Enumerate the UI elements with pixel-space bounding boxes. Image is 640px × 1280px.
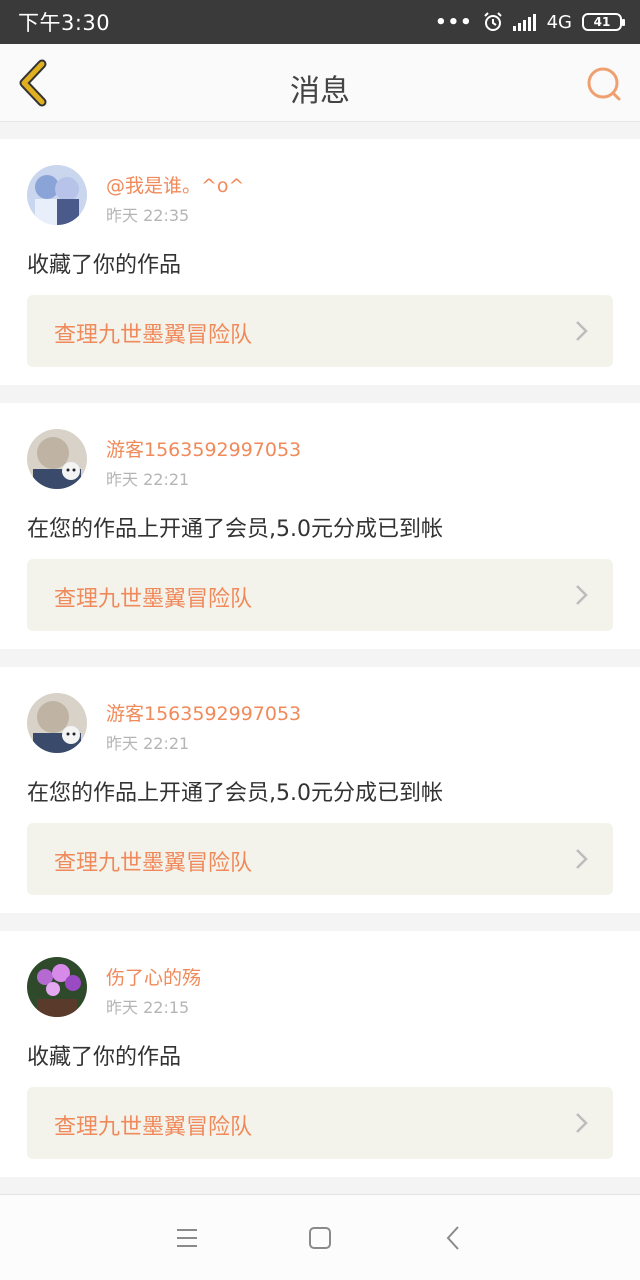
work-title: 查理九世墨翼冒险队 xyxy=(54,587,253,612)
timestamp: 昨天 22:21 xyxy=(106,470,190,489)
avatar[interactable] xyxy=(27,693,87,753)
alarm-icon xyxy=(483,12,502,31)
work-title: 查理九世墨翼冒险队 xyxy=(54,851,253,876)
app-header: 消息 xyxy=(0,44,640,122)
notification-card: @我是谁。^o^ 昨天 22:35 收藏了你的作品 查理九世墨翼冒险队 xyxy=(0,139,640,385)
chevron-right-icon xyxy=(576,1113,588,1133)
username[interactable]: 伤了心的殇 xyxy=(106,963,201,990)
home-square-icon[interactable] xyxy=(303,1221,337,1255)
username[interactable]: 游客1563592997053 xyxy=(106,435,301,462)
timestamp: 昨天 22:35 xyxy=(106,206,190,225)
battery-icon: 41 xyxy=(582,13,625,31)
work-link[interactable]: 查理九世墨翼冒险队 xyxy=(27,559,613,631)
status-bar: 下午3:30 ••• 4G 41 xyxy=(0,0,640,44)
status-time: 下午3:30 xyxy=(18,11,111,35)
system-nav-bar xyxy=(0,1194,640,1280)
search-icon[interactable] xyxy=(584,64,624,104)
chevron-right-icon xyxy=(576,321,588,341)
avatar[interactable] xyxy=(27,429,87,489)
page-title: 消息 xyxy=(290,74,350,109)
back-triangle-icon[interactable] xyxy=(437,1221,471,1255)
chevron-right-icon xyxy=(576,585,588,605)
username[interactable]: 游客1563592997053 xyxy=(106,699,301,726)
notification-message: 在您的作品上开通了会员,5.0元分成已到帐 xyxy=(27,781,443,806)
notification-message: 收藏了你的作品 xyxy=(27,253,182,278)
chevron-right-icon xyxy=(576,849,588,869)
network-type: 4G xyxy=(546,11,572,33)
signal-icon xyxy=(512,14,536,31)
avatar[interactable] xyxy=(27,165,87,225)
status-indicators: ••• 4G 41 xyxy=(435,11,625,33)
notification-card: 游客1563592997053 昨天 22:21 在您的作品上开通了会员,5.0… xyxy=(0,403,640,649)
timestamp: 昨天 22:15 xyxy=(106,998,190,1017)
username[interactable]: @我是谁。^o^ xyxy=(106,171,244,198)
work-title: 查理九世墨翼冒险队 xyxy=(54,1115,253,1140)
work-link[interactable]: 查理九世墨翼冒险队 xyxy=(27,295,613,367)
work-link[interactable]: 查理九世墨翼冒险队 xyxy=(27,823,613,895)
notification-message: 在您的作品上开通了会员,5.0元分成已到帐 xyxy=(27,517,443,542)
work-link[interactable]: 查理九世墨翼冒险队 xyxy=(27,1087,613,1159)
timestamp: 昨天 22:21 xyxy=(106,734,190,753)
notification-card: 伤了心的殇 昨天 22:15 收藏了你的作品 查理九世墨翼冒险队 xyxy=(0,931,640,1177)
battery-level: 41 xyxy=(593,15,611,29)
more-dots: ••• xyxy=(435,11,473,33)
menu-icon[interactable] xyxy=(170,1221,204,1255)
notification-card: 游客1563592997053 昨天 22:21 在您的作品上开通了会员,5.0… xyxy=(0,667,640,913)
avatar[interactable] xyxy=(27,957,87,1017)
notification-list: @我是谁。^o^ 昨天 22:35 收藏了你的作品 查理九世墨翼冒险队 游客15… xyxy=(0,139,640,1195)
notification-message: 收藏了你的作品 xyxy=(27,1045,182,1070)
work-title: 查理九世墨翼冒险队 xyxy=(54,323,253,348)
